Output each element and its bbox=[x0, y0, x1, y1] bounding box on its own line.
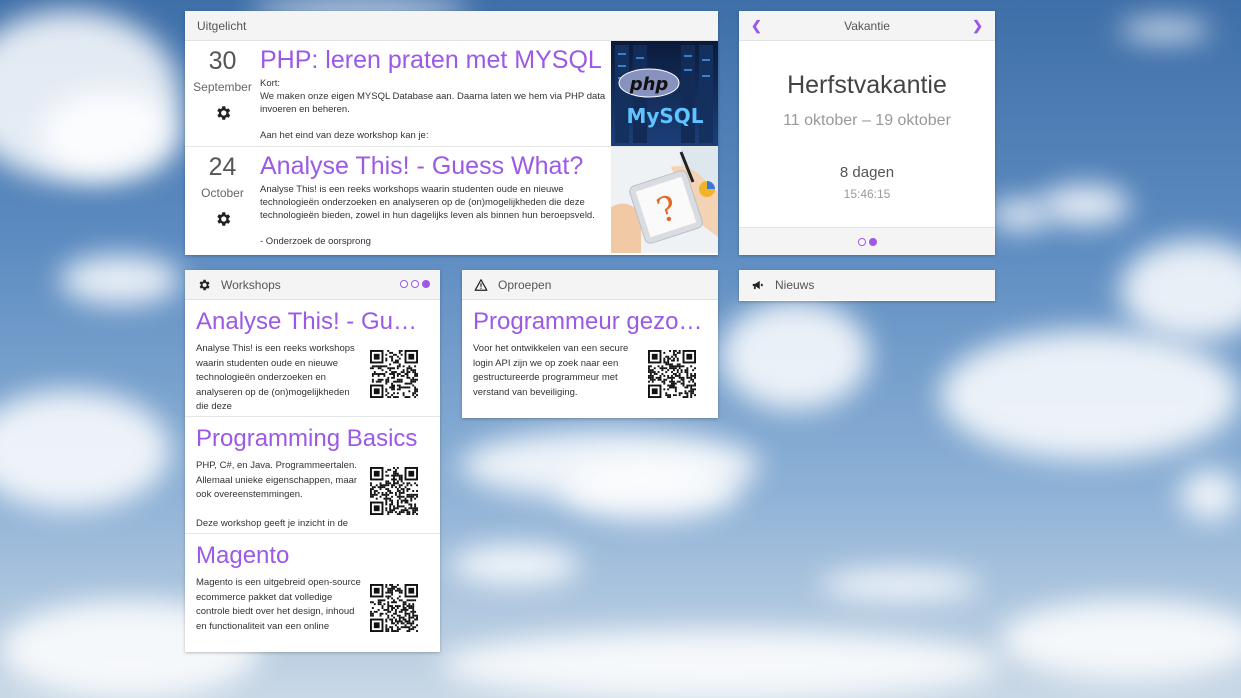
workshop-title[interactable]: Analyse This! - Guess What? bbox=[196, 306, 429, 338]
workshop-item[interactable]: Programming Basics PHP, C#, en Java. Pro… bbox=[185, 417, 440, 534]
chevron-right-icon[interactable]: ❯ bbox=[972, 18, 983, 34]
featured-header: Uitgelicht bbox=[185, 11, 718, 41]
oproep-title[interactable]: Programmeur gezocht bbox=[473, 306, 707, 338]
gear-icon bbox=[216, 106, 230, 120]
workshops-panel: Workshops Analyse This! - Guess What? An… bbox=[185, 270, 440, 652]
php-mysql-image: php MySQL bbox=[611, 41, 718, 146]
warning-icon bbox=[474, 278, 488, 291]
featured-text: Analyse This! is een reeks workshops waa… bbox=[260, 184, 595, 247]
pager-dot[interactable] bbox=[411, 280, 419, 288]
news-header-label: Nieuws bbox=[775, 278, 815, 292]
featured-day: 30 bbox=[208, 47, 237, 75]
mysql-logo-text: MySQL bbox=[626, 104, 703, 128]
vacation-pager bbox=[739, 227, 995, 255]
pager-dot-active[interactable] bbox=[868, 237, 877, 246]
vacation-title: Herfstvakantie bbox=[787, 71, 947, 99]
workshop-title[interactable]: Magento bbox=[196, 540, 429, 572]
pager-dot[interactable] bbox=[857, 237, 866, 246]
megaphone-icon bbox=[752, 280, 763, 290]
vacation-header-label: Vakantie bbox=[844, 18, 890, 33]
workshops-header: Workshops bbox=[185, 270, 440, 300]
workshop-item[interactable]: Analyse This! - Guess What? Analyse This… bbox=[185, 300, 440, 417]
vacation-countdown-time: 15:46:15 bbox=[843, 187, 891, 201]
featured-date: 24 October bbox=[185, 147, 260, 233]
featured-panel: Uitgelicht 30 September PHP: leren prate… bbox=[185, 11, 718, 255]
qr-code-icon[interactable] bbox=[370, 584, 418, 632]
gear-icon bbox=[216, 212, 230, 226]
featured-item[interactable]: 24 October Analyse This! - Guess What? A… bbox=[185, 147, 718, 253]
featured-month: September bbox=[193, 80, 252, 94]
pager-dot-active[interactable] bbox=[422, 280, 430, 288]
oproepen-panel: Oproepen Programmeur gezocht Voor het on… bbox=[462, 270, 718, 418]
oproepen-header: Oproepen bbox=[462, 270, 718, 300]
news-header: Nieuws bbox=[739, 270, 995, 300]
analyse-tablet-image: ? bbox=[611, 147, 718, 253]
oproepen-header-label: Oproepen bbox=[498, 277, 552, 292]
workshop-text: Analyse This! is een reeks workshops waa… bbox=[196, 343, 355, 412]
workshop-text: PHP, C#, en Java. Programmeertalen. Alle… bbox=[196, 460, 358, 529]
workshop-title[interactable]: Programming Basics bbox=[196, 423, 429, 455]
oproep-item[interactable]: Programmeur gezocht Voor het ontwikkelen… bbox=[462, 300, 718, 417]
gear-icon bbox=[199, 279, 210, 290]
featured-title[interactable]: Analyse This! - Guess What? bbox=[260, 149, 610, 183]
featured-header-label: Uitgelicht bbox=[197, 18, 247, 33]
workshop-text: Magento is een uitgebreid open-source ec… bbox=[196, 577, 361, 632]
qr-code-icon[interactable] bbox=[648, 350, 696, 398]
featured-day: 24 bbox=[208, 153, 237, 181]
vacation-panel: ❮ Vakantie ❯ Herfstvakantie 11 oktober –… bbox=[739, 11, 995, 255]
oproep-text: Voor het ontwikkelen van een secure logi… bbox=[473, 343, 629, 398]
workshops-pager bbox=[400, 280, 430, 288]
pager-dot[interactable] bbox=[400, 280, 408, 288]
vacation-days-remaining: 8 dagen bbox=[839, 164, 895, 181]
vacation-header: ❮ Vakantie ❯ bbox=[739, 11, 995, 41]
chevron-left-icon[interactable]: ❮ bbox=[751, 18, 762, 34]
featured-item[interactable]: 30 September PHP: leren praten met MYSQL… bbox=[185, 41, 718, 147]
vacation-date-range: 11 oktober – 19 oktober bbox=[783, 112, 951, 129]
featured-date: 30 September bbox=[185, 41, 260, 127]
workshops-header-label: Workshops bbox=[221, 277, 281, 292]
workshop-item[interactable]: Magento Magento is een uitgebreid open-s… bbox=[185, 534, 440, 651]
news-panel: Nieuws bbox=[739, 270, 995, 301]
featured-title[interactable]: PHP: leren praten met MYSQL bbox=[260, 43, 610, 77]
featured-month: October bbox=[201, 186, 244, 200]
qr-code-icon[interactable] bbox=[370, 350, 418, 398]
featured-text: Kort: We maken onze eigen MYSQL Database… bbox=[260, 78, 606, 141]
php-logo-text: php bbox=[629, 74, 669, 95]
qr-code-icon[interactable] bbox=[370, 467, 418, 515]
